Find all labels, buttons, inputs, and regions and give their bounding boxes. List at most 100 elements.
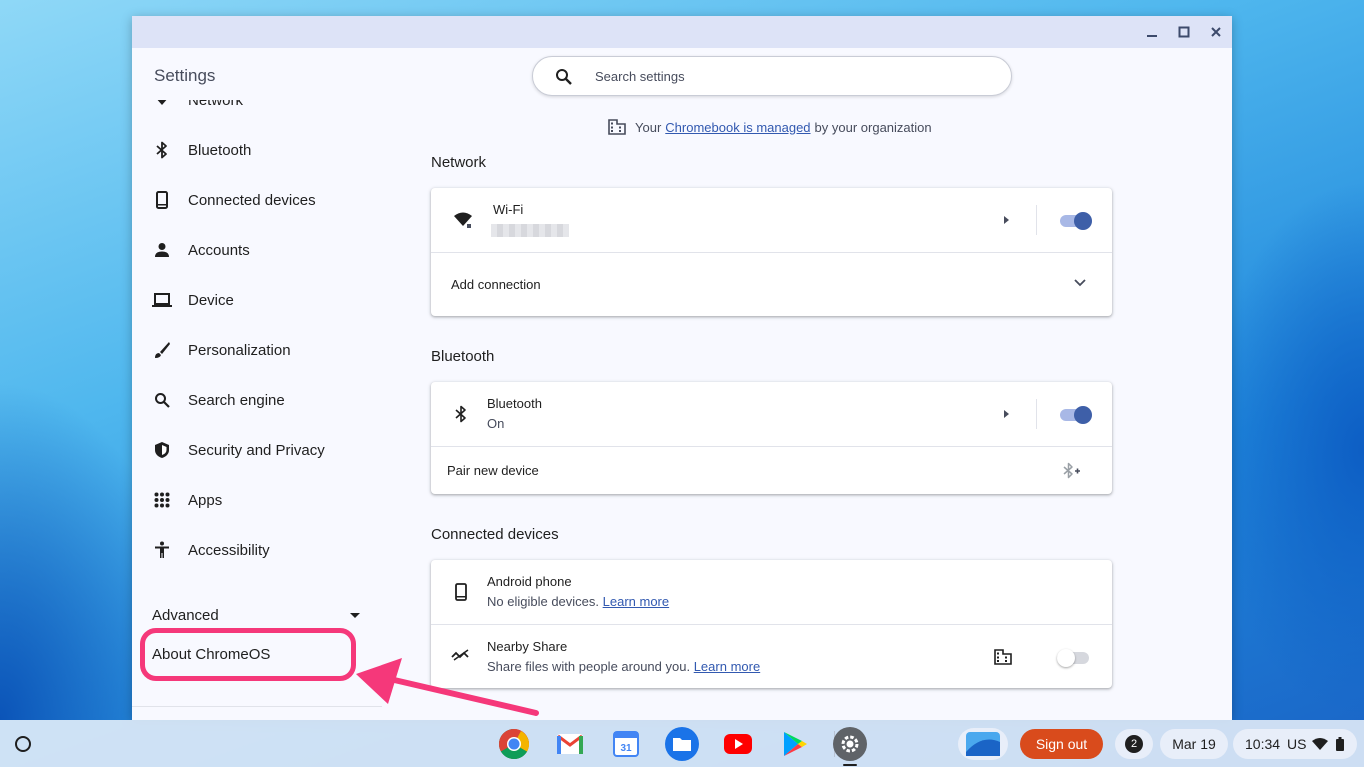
add-connection-row[interactable]: Add connection: [431, 253, 1112, 316]
calendar-icon[interactable]: 31: [609, 727, 643, 761]
launcher-icon[interactable]: [15, 736, 31, 752]
sidebar-item-connected-devices[interactable]: Connected devices: [132, 180, 382, 220]
managed-prefix: Your: [635, 119, 662, 135]
building-icon: [608, 119, 626, 135]
sidebar-item-accounts[interactable]: Accounts: [132, 230, 382, 270]
managed-notice: Your Chromebook is managed by your organ…: [608, 118, 932, 136]
sidebar-item-label: Device: [188, 291, 234, 309]
wallpaper-thumbnail-icon: [966, 732, 1000, 756]
bluetooth-status: On: [487, 416, 505, 431]
holding-space-tray[interactable]: [958, 728, 1008, 760]
sidebar-item-apps[interactable]: Apps: [132, 480, 382, 520]
status-tray[interactable]: 10:34 US: [1233, 729, 1357, 759]
toggle-knob: [1074, 212, 1092, 230]
wifi-icon: [152, 100, 172, 110]
toggle-knob: [1057, 649, 1075, 667]
phone-icon: [152, 190, 172, 210]
sidebar-item-device[interactable]: Device: [132, 280, 382, 320]
managed-suffix: by your organization: [814, 119, 932, 135]
sidebar-item-accessibility[interactable]: Accessibility: [132, 530, 382, 570]
app-title: Settings: [154, 66, 216, 85]
files-icon[interactable]: [665, 727, 699, 761]
sidebar-item-label: Personalization: [188, 341, 291, 359]
sidebar-item-search-engine[interactable]: Search engine: [132, 380, 382, 420]
chevron-down-icon: [1073, 278, 1087, 288]
android-phone-sub-text: No eligible devices.: [487, 594, 600, 609]
search-input[interactable]: Search settings: [532, 56, 1012, 96]
chevron-right-icon[interactable]: [1004, 410, 1009, 418]
caret-down-icon: [350, 613, 360, 618]
nearby-share-toggle[interactable]: [1057, 649, 1089, 667]
pair-new-device-row[interactable]: Pair new device: [431, 447, 1112, 494]
bluetooth-card: Bluetooth On Pair new device: [431, 382, 1112, 494]
svg-text:31: 31: [620, 743, 632, 754]
sidebar-item-label: Bluetooth: [188, 141, 252, 159]
chevron-right-icon[interactable]: [1004, 216, 1009, 224]
connected-devices-section-title: Connected devices: [431, 526, 559, 543]
play-store-icon[interactable]: [778, 727, 812, 761]
bluetooth-add-icon: [1061, 461, 1081, 481]
gmail-icon[interactable]: [553, 727, 587, 761]
close-icon[interactable]: [1207, 23, 1225, 41]
title-bar: [132, 16, 1232, 48]
active-app-indicator: [843, 764, 857, 766]
sidebar: Network Bluetooth Connected devices Acco…: [132, 100, 382, 720]
sidebar-item-label: Accounts: [188, 241, 250, 259]
apps-grid-icon: [152, 490, 172, 510]
brush-icon: [152, 340, 172, 360]
add-connection-label: Add connection: [451, 277, 541, 292]
shield-icon: [152, 440, 172, 460]
chrome-icon[interactable]: [497, 727, 531, 761]
settings-gear-icon[interactable]: [833, 727, 867, 761]
person-icon: [152, 240, 172, 260]
shelf: 31 Sign out 2 Mar 19 10:34 US: [0, 720, 1364, 767]
row-divider: [1036, 399, 1037, 429]
annotation-highlight-box: [140, 628, 356, 681]
laptop-icon: [152, 290, 172, 310]
sidebar-item-label: Connected devices: [188, 191, 316, 209]
sidebar-item-network[interactable]: Network: [132, 100, 382, 120]
bluetooth-toggle[interactable]: [1060, 406, 1092, 424]
sign-out-button[interactable]: Sign out: [1020, 729, 1103, 759]
learn-more-link[interactable]: Learn more: [694, 659, 760, 674]
android-phone-row[interactable]: Android phone No eligible devices. Learn…: [431, 560, 1112, 624]
input-locale: US: [1287, 736, 1307, 752]
battery-icon: [1336, 737, 1344, 754]
sidebar-item-label: Search engine: [188, 391, 285, 409]
android-phone-title: Android phone: [487, 574, 572, 589]
date-tray[interactable]: Mar 19: [1160, 729, 1228, 759]
bluetooth-icon: [152, 140, 172, 160]
search-icon: [555, 68, 573, 91]
settings-window: Settings Network Bluetooth Connected dev…: [132, 16, 1232, 720]
annotation-arrow-icon: [356, 658, 539, 716]
wifi-toggle[interactable]: [1060, 212, 1092, 230]
maximize-icon[interactable]: [1175, 23, 1193, 41]
wifi-icon: [1312, 737, 1328, 754]
minimize-icon[interactable]: [1143, 23, 1161, 41]
bluetooth-row-title: Bluetooth: [487, 396, 542, 411]
search-icon: [152, 390, 172, 410]
managed-link[interactable]: Chromebook is managed: [665, 120, 810, 135]
sidebar-item-label: Accessibility: [188, 541, 270, 559]
youtube-icon[interactable]: [721, 727, 755, 761]
pair-new-device-label: Pair new device: [447, 463, 539, 478]
sidebar-item-label: Apps: [188, 491, 223, 509]
toggle-knob: [1074, 406, 1092, 424]
accessibility-icon: [152, 540, 172, 560]
advanced-label: Advanced: [152, 607, 219, 624]
clock-time: 10:34: [1245, 736, 1281, 752]
notification-tray[interactable]: 2: [1115, 729, 1153, 759]
wifi-network-name-redacted: [491, 224, 569, 237]
sidebar-item-security-privacy[interactable]: Security and Privacy: [132, 430, 382, 470]
row-divider: [1036, 205, 1037, 235]
search-placeholder: Search settings: [595, 69, 685, 84]
bluetooth-section-title: Bluetooth: [431, 348, 495, 365]
learn-more-link[interactable]: Learn more: [603, 594, 669, 609]
wifi-row[interactable]: Wi-Fi: [431, 188, 1112, 252]
sidebar-item-bluetooth[interactable]: Bluetooth: [132, 130, 382, 170]
sidebar-item-personalization[interactable]: Personalization: [132, 330, 382, 370]
notification-count: 2: [1125, 735, 1143, 753]
sidebar-item-label: Security and Privacy: [188, 441, 325, 459]
bluetooth-row[interactable]: Bluetooth On: [431, 382, 1112, 446]
phone-icon: [453, 582, 469, 602]
